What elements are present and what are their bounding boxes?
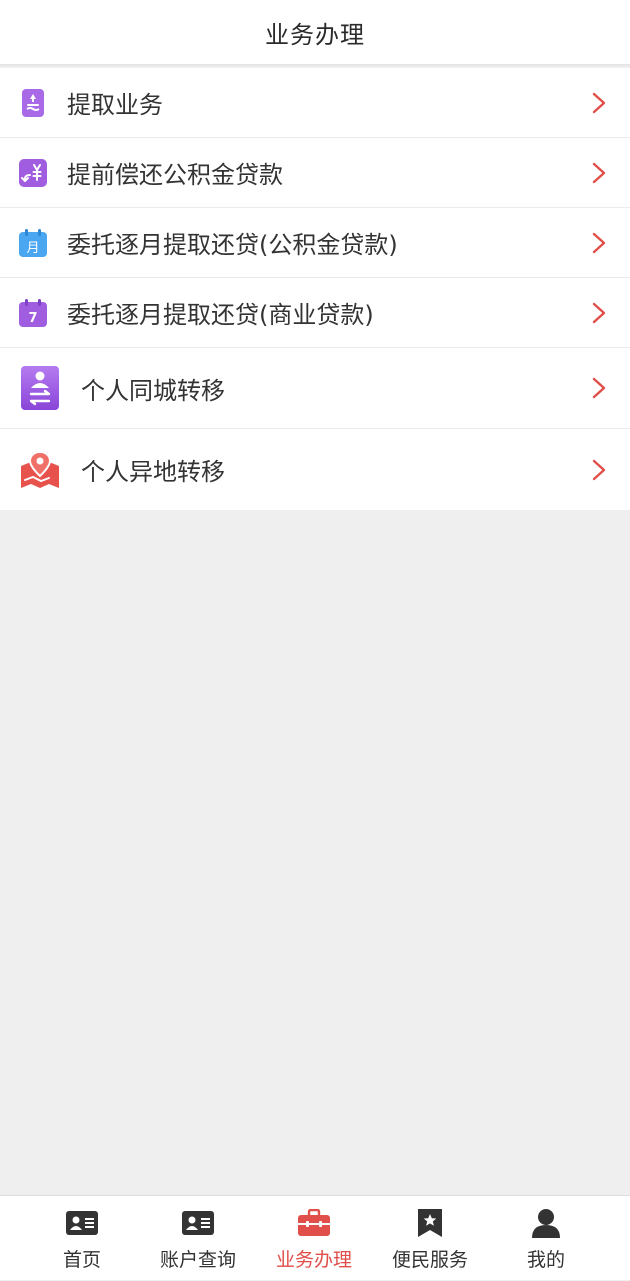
tab-label: 首页: [62, 1249, 101, 1271]
tab-label: 业务办理: [275, 1249, 352, 1271]
list-item-monthly-withdraw-commercial[interactable]: 7 委托逐月提取还贷(商业贷款): [0, 278, 630, 348]
tab-label: 我的: [526, 1249, 565, 1271]
withdraw-icon: [19, 88, 47, 117]
tab-business[interactable]: 业务办理: [256, 1196, 372, 1281]
star-bookmark-icon: [413, 1208, 447, 1238]
svg-text:7: 7: [28, 311, 37, 326]
list-item-early-repay[interactable]: 提前偿还公积金贷款: [0, 138, 630, 208]
top-header: 业务办理: [0, 0, 630, 66]
chevron-right-icon: [592, 377, 606, 399]
list-item-label: 提前偿还公积金贷款: [67, 161, 283, 189]
tab-home[interactable]: 首页: [24, 1196, 140, 1281]
chevron-right-icon: [592, 162, 606, 183]
tab-label: 便民服务: [391, 1249, 468, 1271]
calendar-month-icon: 月: [19, 228, 47, 257]
list-item-label: 提取业务: [67, 91, 163, 119]
id-card-icon: [65, 1208, 99, 1238]
bottom-tab-bar: 首页 账户查询 业务办理 便民服务 我的: [0, 1195, 630, 1280]
list-item-label: 个人同城转移: [81, 376, 225, 405]
repay-yuan-icon: [19, 158, 47, 187]
service-list: 提取业务 提前偿还公积金贷款 月 委托逐月提取还贷(公积金贷款) 7 委托逐月提…: [0, 68, 630, 510]
list-item-label: 个人异地转移: [81, 458, 225, 486]
tab-convenience-service[interactable]: 便民服务: [372, 1196, 488, 1281]
chevron-right-icon: [592, 232, 606, 253]
briefcase-icon: [297, 1208, 331, 1238]
list-item-remote-transfer[interactable]: 个人异地转移: [0, 429, 630, 510]
tab-label: 账户查询: [159, 1249, 236, 1271]
calendar-7-icon: 7: [19, 298, 47, 327]
page-title: 业务办理: [265, 20, 365, 49]
list-item-monthly-withdraw-provident[interactable]: 月 委托逐月提取还贷(公积金贷款): [0, 208, 630, 278]
list-item-label: 委托逐月提取还贷(公积金贷款): [67, 231, 398, 259]
chevron-right-icon: [592, 302, 606, 323]
chevron-right-icon: [592, 459, 606, 480]
person-transfer-icon: [18, 366, 62, 410]
chevron-right-icon: [592, 92, 606, 113]
tab-mine[interactable]: 我的: [488, 1196, 604, 1281]
list-item-local-transfer[interactable]: 个人同城转移: [0, 348, 630, 429]
list-item-label: 委托逐月提取还贷(商业贷款): [67, 301, 374, 329]
svg-text:月: 月: [26, 241, 39, 256]
user-icon: [529, 1208, 563, 1238]
map-location-icon: [18, 448, 62, 492]
list-item-withdraw[interactable]: 提取业务: [0, 68, 630, 138]
tab-account-query[interactable]: 账户查询: [140, 1196, 256, 1281]
id-card-icon: [181, 1208, 215, 1238]
